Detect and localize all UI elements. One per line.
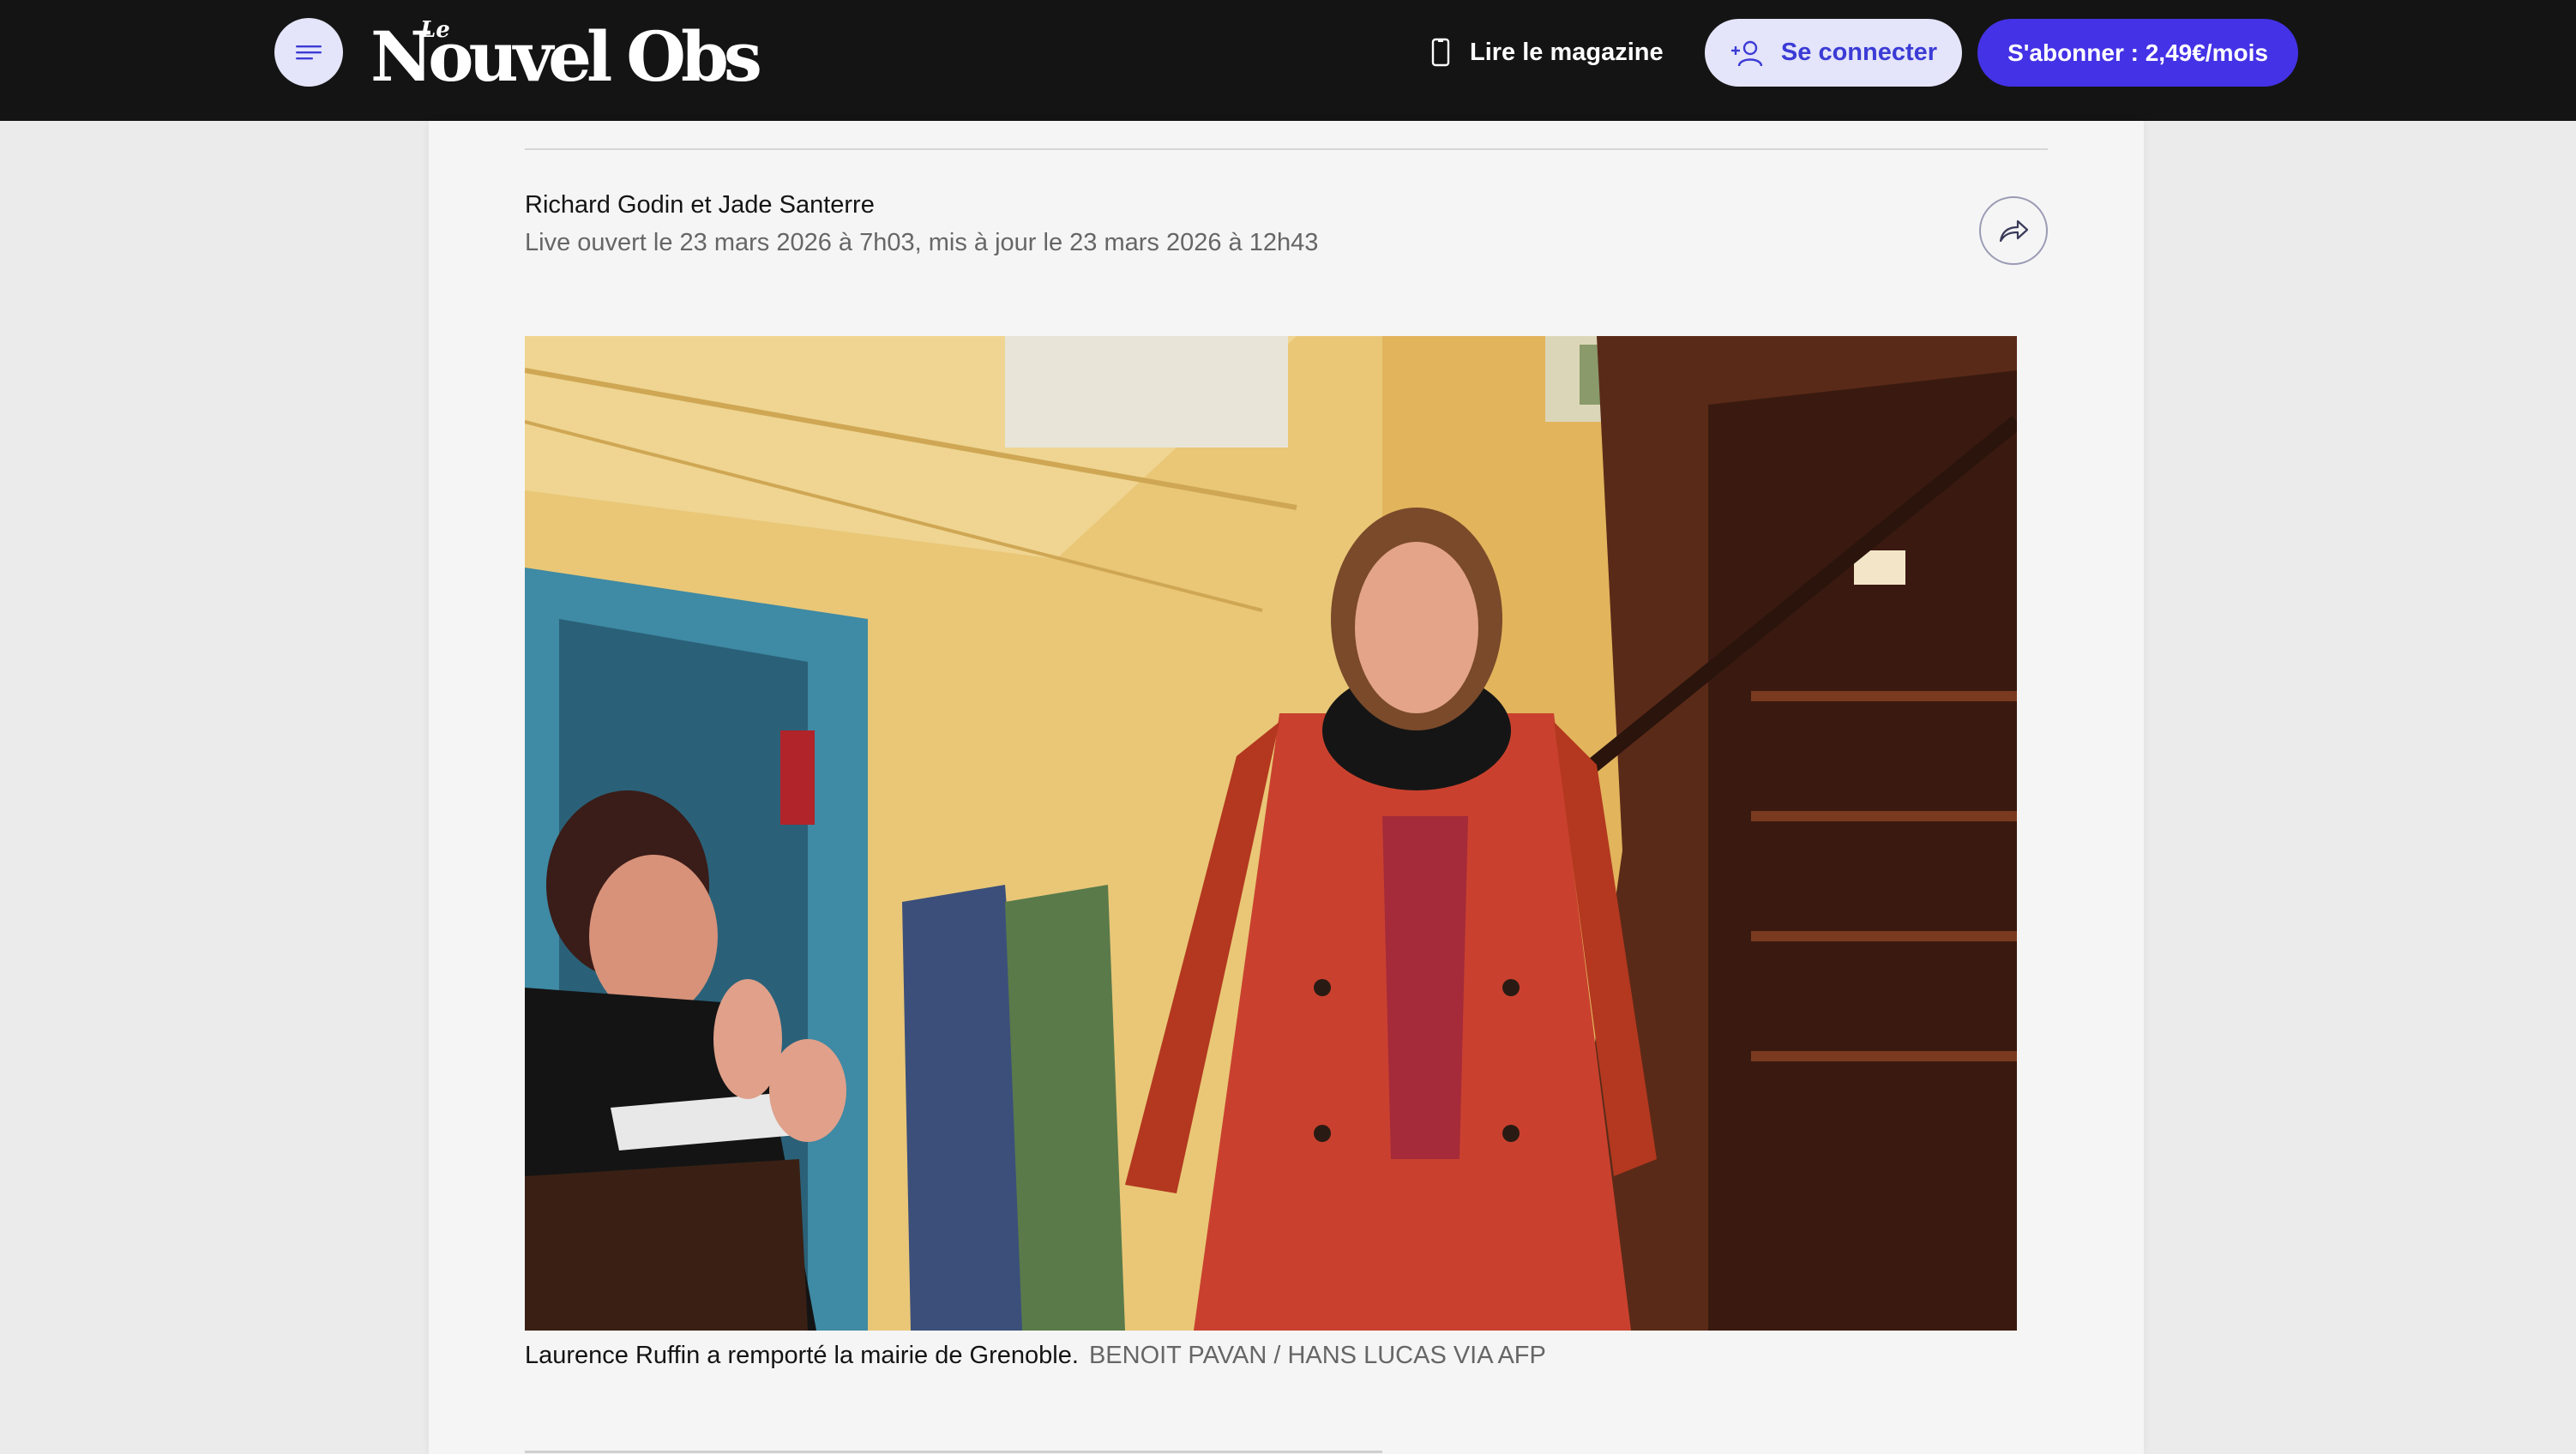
article-authors[interactable]: Richard Godin et Jade Santerre	[525, 191, 875, 219]
menu-button[interactable]	[274, 18, 343, 87]
share-button[interactable]	[1979, 196, 2048, 265]
read-magazine-link[interactable]: Lire le magazine	[1430, 31, 1664, 74]
subscribe-button[interactable]: S'abonner : 2,49€/mois	[1977, 19, 2298, 87]
read-magazine-label: Lire le magazine	[1470, 38, 1664, 66]
logo-main-text: Nouvel Obs	[370, 16, 762, 97]
share-arrow-icon	[1999, 219, 2029, 243]
photo-illustration	[525, 336, 2017, 1331]
article-photo	[525, 336, 2017, 1331]
login-label: Se connecter	[1780, 39, 1938, 66]
divider	[525, 148, 2048, 150]
article-dateline: Live ouvert le 23 mars 2026 à 7h03, mis …	[525, 229, 1319, 256]
article-container: Richard Godin et Jade Santerre Live ouve…	[429, 121, 2144, 1454]
top-navigation-bar: Le Nouvel Obs Lire le magazine Se connec…	[0, 0, 2576, 121]
photo-caption-text: Laurence Ruffin a remporté la mairie de …	[525, 1342, 1079, 1369]
hamburger-menu-icon	[296, 45, 322, 60]
photo-credit: BENOIT PAVAN / HANS LUCAS VIA AFP	[1088, 1342, 1546, 1369]
site-logo[interactable]: Le Nouvel Obs	[370, 3, 765, 106]
smartphone-icon	[1431, 38, 1450, 67]
user-add-icon	[1730, 40, 1763, 66]
login-button[interactable]: Se connecter	[1705, 19, 1962, 87]
divider	[525, 1451, 1382, 1453]
photo-caption: Laurence Ruffin a remporté la mairie de …	[525, 1342, 1546, 1370]
